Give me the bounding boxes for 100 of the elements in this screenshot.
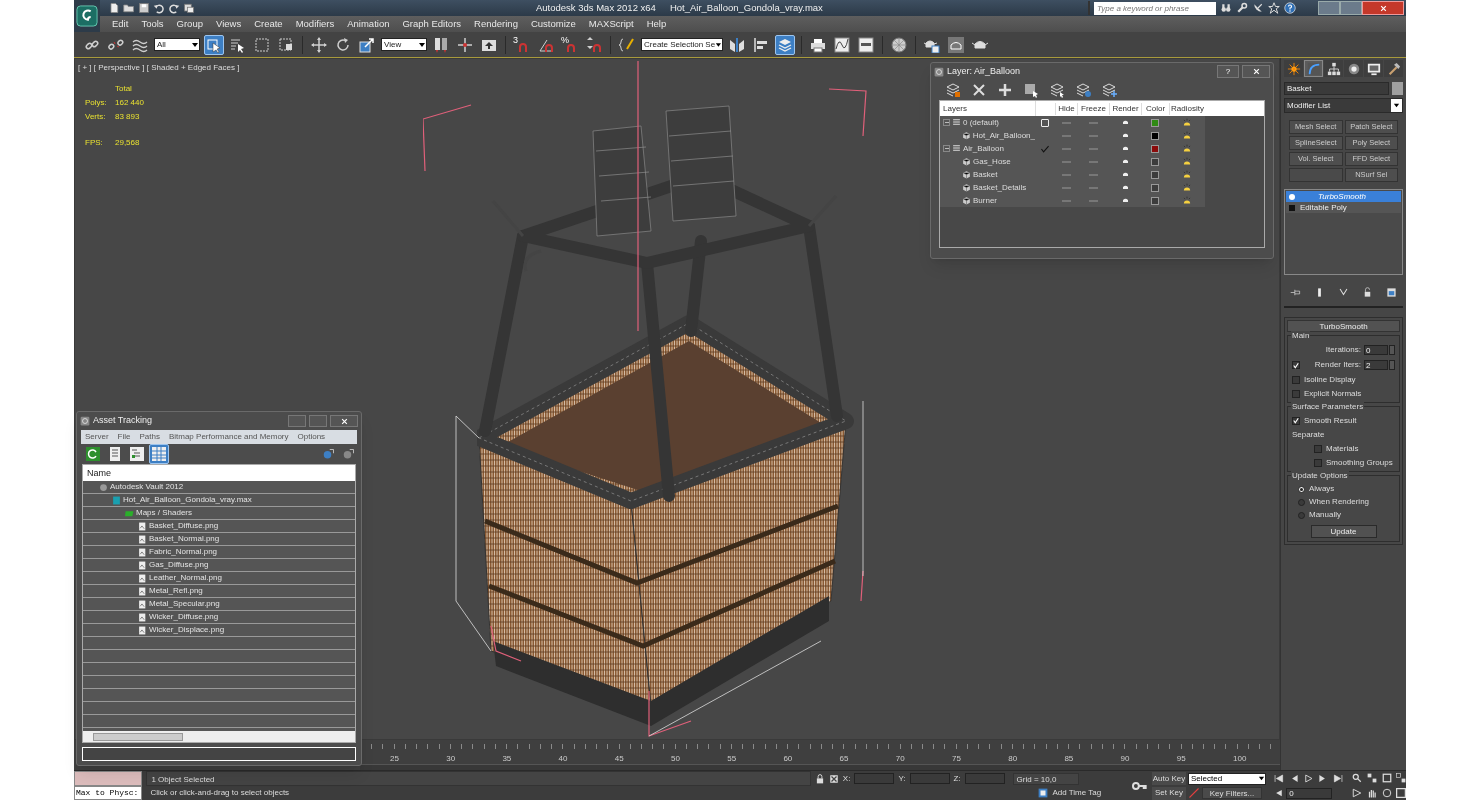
key-mode-dropdown[interactable]: Selected xyxy=(1188,772,1266,785)
wrench-icon[interactable] xyxy=(1236,2,1248,14)
radiosity-icon[interactable] xyxy=(1182,182,1192,193)
asset-name[interactable]: Wicker_Diffuse.png xyxy=(149,611,219,623)
radiosity-icon[interactable] xyxy=(1182,156,1192,167)
zoom-icon[interactable] xyxy=(1352,773,1363,783)
check-icon[interactable] xyxy=(1040,143,1050,154)
radio-button[interactable] xyxy=(1298,498,1305,506)
close-button[interactable] xyxy=(330,415,358,427)
menu-item[interactable]: Customize xyxy=(530,16,576,32)
coordinate-field[interactable] xyxy=(964,773,1005,784)
radiosity-icon[interactable] xyxy=(1182,143,1192,154)
column-header[interactable]: Render xyxy=(1109,102,1141,115)
asset-name[interactable]: Maps / Shaders xyxy=(136,507,193,519)
menu-item[interactable]: File xyxy=(117,431,131,443)
absolute-mode-icon[interactable] xyxy=(828,773,839,784)
dropdown[interactable]: All xyxy=(154,38,200,51)
checkbox[interactable] xyxy=(1292,389,1300,398)
radiosity-icon[interactable] xyxy=(1182,130,1192,141)
pan-hand-icon[interactable] xyxy=(1366,788,1377,798)
satellite-icon[interactable] xyxy=(1252,2,1264,14)
menu-item[interactable]: Tools xyxy=(141,16,164,32)
curve-graph-icon[interactable] xyxy=(832,34,852,55)
zoom-extents-icon[interactable] xyxy=(1381,773,1392,783)
help-button[interactable]: ? xyxy=(1217,65,1239,78)
tree-view-icon[interactable] xyxy=(127,444,147,464)
menu-item[interactable]: Rendering xyxy=(474,16,518,32)
menu-item[interactable]: Animation xyxy=(347,16,390,32)
checkbox[interactable] xyxy=(1292,416,1300,425)
color-swatch[interactable] xyxy=(1151,144,1159,153)
motion-icon[interactable] xyxy=(1344,60,1363,77)
folder-icon[interactable] xyxy=(123,2,135,14)
modifier-list-dropdown[interactable]: Modifier List xyxy=(1284,98,1403,113)
app-logo-icon[interactable] xyxy=(76,5,98,27)
column-header[interactable]: Layers xyxy=(940,102,1035,115)
update-button[interactable]: Update xyxy=(1310,525,1377,538)
search-field[interactable]: Type a keyword or phrase xyxy=(1094,1,1216,15)
help-icon[interactable] xyxy=(1284,2,1296,14)
track-bar[interactable] xyxy=(360,764,1280,770)
dropdown-arrow-icon[interactable] xyxy=(1393,102,1400,109)
layer-name[interactable]: Air_Balloon xyxy=(963,142,1004,155)
viewport-label[interactable]: [ + ] [ Perspective ] [ Shaded + Edged Faces ] xyxy=(78,62,240,74)
spinner-field[interactable]: 0 xyxy=(1364,345,1388,355)
key-filters-button[interactable]: Key Filters... xyxy=(1202,787,1262,799)
radiosity-icon[interactable] xyxy=(1182,195,1192,206)
orbit-icon[interactable] xyxy=(1381,788,1392,798)
object-name-field[interactable]: Basket xyxy=(1284,82,1389,95)
close-button[interactable] xyxy=(1242,65,1270,78)
modifier-stack[interactable]: TurboSmooth Editable Poly xyxy=(1284,189,1403,275)
menu-item[interactable]: Modifiers xyxy=(295,16,335,32)
material-sphere-icon[interactable] xyxy=(889,34,909,55)
window-icon[interactable] xyxy=(1385,286,1397,298)
asset-name[interactable]: Metal_Refl.png xyxy=(149,585,203,597)
schematic-icon[interactable] xyxy=(856,34,876,55)
monitor-icon[interactable] xyxy=(1364,60,1383,77)
sun-icon[interactable] xyxy=(1284,60,1303,77)
checkbox[interactable] xyxy=(1314,444,1322,453)
new-file-icon[interactable] xyxy=(108,2,120,14)
coordinate-field[interactable] xyxy=(854,773,895,784)
asset-name[interactable]: Basket_Normal.png xyxy=(149,533,220,545)
menu-item[interactable]: Paths xyxy=(139,431,160,443)
refresh-icon[interactable] xyxy=(83,444,103,464)
color-swatch[interactable] xyxy=(1392,82,1403,95)
zoom-extents-all-icon[interactable] xyxy=(1396,773,1407,783)
column-header[interactable]: Hide xyxy=(1055,102,1077,115)
dropdown-arrow-icon[interactable] xyxy=(418,40,426,49)
object-name[interactable]: Burner xyxy=(973,194,997,207)
column-header[interactable]: Name xyxy=(83,465,355,481)
rollout-header[interactable]: TurboSmooth xyxy=(1287,320,1400,332)
menu-item[interactable]: Bitmap Performance and Memory xyxy=(168,431,289,443)
color-swatch[interactable] xyxy=(1151,131,1159,140)
menu-item[interactable]: MAXScript xyxy=(588,16,634,32)
play-icon[interactable] xyxy=(1303,773,1315,784)
named-selection-dropdown[interactable]: Create Selection Se xyxy=(641,38,723,51)
lock-icon[interactable] xyxy=(814,773,825,784)
color-swatch[interactable] xyxy=(1151,196,1159,205)
menu-item[interactable]: Edit xyxy=(112,16,129,32)
menu-item[interactable]: Help xyxy=(646,16,667,32)
zoom-all-icon[interactable] xyxy=(1366,773,1377,783)
cursor-icon[interactable] xyxy=(204,34,224,55)
dropdown-arrow-icon[interactable] xyxy=(715,40,722,49)
horizontal-scrollbar[interactable] xyxy=(83,731,355,742)
menu-item[interactable]: Graph Editors xyxy=(402,16,462,32)
path-field[interactable] xyxy=(82,747,356,761)
listener-output-field[interactable] xyxy=(74,771,143,786)
set-key-button[interactable]: Set Key xyxy=(1152,786,1186,800)
maximize-viewport-icon[interactable] xyxy=(1396,788,1407,798)
asset-name[interactable]: Metal_Specular.png xyxy=(149,598,220,610)
layer-name[interactable]: 0 (default) xyxy=(963,116,1000,129)
asset-name[interactable]: Fabric_Normal.png xyxy=(149,546,218,558)
frame-field[interactable]: 0 xyxy=(1286,787,1333,799)
color-swatch[interactable] xyxy=(1151,118,1159,127)
object-name[interactable]: Basket_Details xyxy=(973,181,1027,194)
checkbox[interactable] xyxy=(1292,375,1300,384)
color-swatch[interactable] xyxy=(1151,183,1159,192)
stack-item[interactable]: Editable Poly xyxy=(1286,202,1401,213)
color-swatch[interactable] xyxy=(1151,157,1159,166)
checkbox[interactable] xyxy=(1292,361,1300,369)
dropdown[interactable]: View xyxy=(381,38,427,51)
asset-name[interactable]: Hot_Air_Balloon_Gondola_vray.max xyxy=(123,494,252,506)
